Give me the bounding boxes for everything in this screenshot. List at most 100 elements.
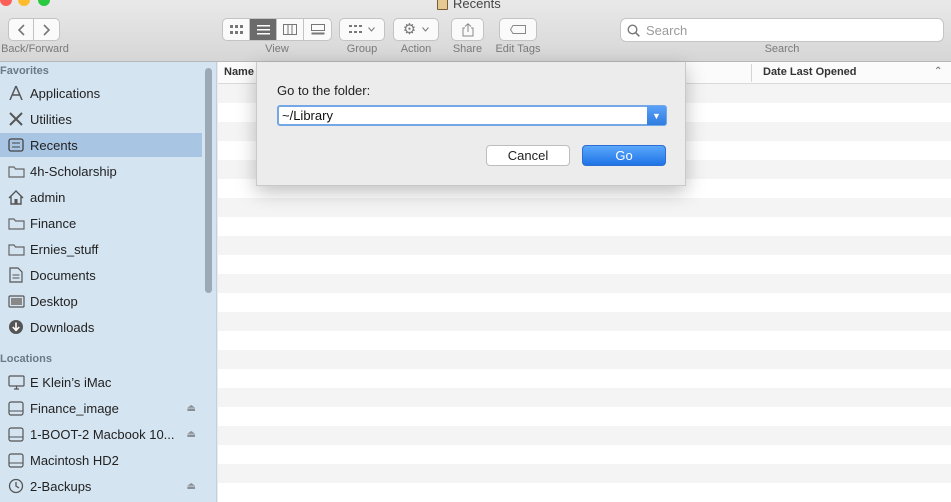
sidebar-item-admin[interactable]: admin bbox=[0, 185, 202, 209]
list-item bbox=[218, 350, 951, 369]
list-item bbox=[218, 274, 951, 293]
list-item bbox=[218, 445, 951, 464]
disk-icon bbox=[7, 400, 25, 416]
time-machine-icon bbox=[7, 478, 25, 494]
view-segmented-control bbox=[222, 18, 332, 41]
edit-tags-button[interactable] bbox=[499, 18, 537, 41]
path-history-dropdown-button[interactable]: ▼ bbox=[647, 106, 666, 125]
sidebar-scrollbar[interactable] bbox=[205, 68, 212, 293]
imac-icon bbox=[7, 374, 25, 390]
eject-icon[interactable]: ⏏ bbox=[187, 429, 196, 440]
action-button[interactable]: ⚙ bbox=[393, 18, 439, 41]
sidebar-item-label: Recents bbox=[30, 137, 78, 153]
sidebar-item-label: Downloads bbox=[30, 319, 95, 335]
list-item bbox=[218, 255, 951, 274]
folder-icon bbox=[7, 163, 25, 179]
search-placeholder: Search bbox=[646, 22, 688, 38]
list-item bbox=[218, 312, 951, 331]
eject-icon[interactable]: ⏏ bbox=[187, 481, 196, 492]
search-icon bbox=[627, 23, 640, 37]
share-label: Share bbox=[452, 43, 483, 55]
recents-icon bbox=[7, 137, 25, 153]
close-window-button[interactable] bbox=[0, 0, 12, 6]
date-column-header[interactable]: Date Last Opened bbox=[763, 66, 857, 78]
sidebar-item-label: E Klein’s iMac bbox=[30, 374, 112, 390]
sidebar-item-label: Desktop bbox=[30, 293, 78, 309]
forward-button[interactable] bbox=[34, 19, 59, 40]
name-column-header[interactable]: Name bbox=[224, 66, 254, 78]
sidebar-item-label: 1-BOOT-2 Macbook 10... bbox=[30, 426, 175, 442]
list-item bbox=[218, 388, 951, 407]
sidebar-item-desktop[interactable]: Desktop bbox=[0, 289, 202, 313]
edit-tags-label: Edit Tags bbox=[495, 43, 541, 55]
view-label: View bbox=[265, 43, 289, 55]
folder-path-input[interactable] bbox=[279, 107, 627, 124]
disk-icon bbox=[7, 452, 25, 468]
go-button[interactable]: Go bbox=[582, 145, 666, 166]
sidebar-item-finance-image[interactable]: Finance_image ⏏ bbox=[0, 396, 202, 420]
column-view-button[interactable] bbox=[277, 19, 304, 40]
group-button[interactable] bbox=[339, 18, 385, 41]
share-button[interactable] bbox=[451, 18, 484, 41]
locations-header: Locations bbox=[0, 353, 52, 365]
sidebar-item-downloads[interactable]: Downloads bbox=[0, 315, 202, 339]
eject-icon[interactable]: ⏏ bbox=[187, 403, 196, 414]
tag-icon bbox=[510, 25, 526, 34]
search-label: Search bbox=[764, 43, 800, 55]
list-item bbox=[218, 464, 951, 483]
sort-ascending-icon[interactable]: ⌃ bbox=[934, 66, 942, 77]
chevron-down-icon: ▼ bbox=[652, 110, 661, 121]
list-item bbox=[218, 426, 951, 445]
downloads-icon bbox=[7, 319, 25, 335]
sidebar-item-1-boot-2-macbook[interactable]: 1-BOOT-2 Macbook 10... ⏏ bbox=[0, 422, 202, 446]
sidebar-item-label: Utilities bbox=[30, 111, 72, 127]
sidebar-item-finance[interactable]: Finance bbox=[0, 211, 202, 235]
group-label: Group bbox=[346, 43, 378, 55]
gallery-view-button[interactable] bbox=[304, 19, 331, 40]
column-divider[interactable] bbox=[751, 64, 752, 82]
sidebar-item-label: Applications bbox=[30, 85, 101, 101]
list-item bbox=[218, 293, 951, 312]
back-forward-control bbox=[8, 18, 60, 41]
folder-icon bbox=[7, 241, 25, 257]
go-to-folder-dialog: Go to the folder: ▼ Cancel Go bbox=[256, 62, 686, 186]
list-item bbox=[218, 217, 951, 236]
sidebar-item-label: Ernies_stuff bbox=[30, 241, 99, 257]
list-icon bbox=[256, 24, 270, 34]
folder-icon bbox=[7, 215, 25, 231]
zoom-window-button[interactable] bbox=[38, 0, 50, 6]
sidebar-item-4h-scholarship[interactable]: 4h-Scholarship bbox=[0, 159, 202, 183]
list-item bbox=[218, 369, 951, 388]
sidebar: Favorites Applications Utilities Recents… bbox=[0, 62, 217, 502]
utilities-icon bbox=[7, 111, 25, 127]
sidebar-item-applications[interactable]: Applications bbox=[0, 81, 202, 105]
favorites-header: Favorites bbox=[0, 65, 49, 77]
grid-icon bbox=[229, 24, 243, 34]
search-field[interactable]: Search bbox=[620, 18, 944, 42]
sidebar-item-recents[interactable]: Recents bbox=[0, 133, 202, 157]
list-view-button[interactable] bbox=[250, 19, 277, 40]
back-button[interactable] bbox=[9, 19, 35, 40]
disk-icon bbox=[7, 426, 25, 442]
icon-view-button[interactable] bbox=[223, 19, 250, 40]
group-icon bbox=[349, 25, 362, 33]
sidebar-item-ernies-stuff[interactable]: Ernies_stuff bbox=[0, 237, 202, 261]
cancel-button[interactable]: Cancel bbox=[486, 145, 570, 166]
share-icon bbox=[462, 22, 473, 36]
minimize-window-button[interactable] bbox=[18, 0, 30, 6]
chevron-left-icon bbox=[17, 23, 25, 36]
sidebar-item-macintosh-hd2[interactable]: Macintosh HD2 bbox=[0, 448, 202, 472]
gallery-icon bbox=[310, 24, 325, 35]
sidebar-item-label: Documents bbox=[30, 267, 96, 283]
sidebar-item-utilities[interactable]: Utilities bbox=[0, 107, 202, 131]
sidebar-item-e-kleins-imac[interactable]: E Klein’s iMac bbox=[0, 370, 202, 394]
sidebar-item-label: Macintosh HD2 bbox=[30, 452, 119, 468]
sidebar-item-label: 2-Backups bbox=[30, 478, 92, 494]
sidebar-item-2-backups[interactable]: 2-Backups ⏏ bbox=[0, 474, 202, 498]
documents-icon bbox=[7, 267, 25, 283]
sidebar-item-documents[interactable]: Documents bbox=[0, 263, 202, 287]
sidebar-item-label: 4h-Scholarship bbox=[30, 163, 117, 179]
sidebar-item-label: admin bbox=[30, 189, 66, 205]
recents-doc-icon bbox=[437, 0, 448, 10]
sidebar-item-label: Finance bbox=[30, 215, 77, 231]
